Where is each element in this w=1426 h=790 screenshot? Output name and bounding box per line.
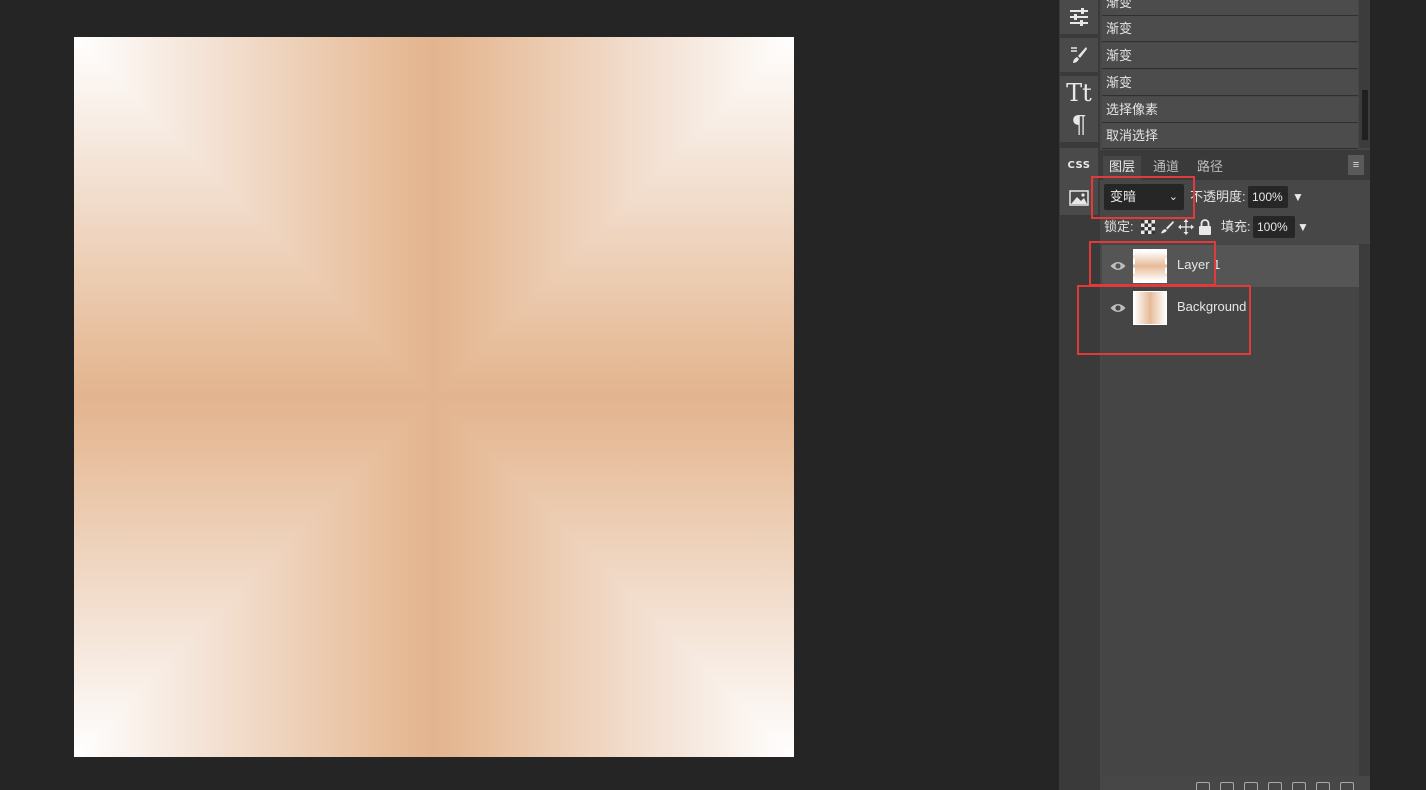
css-icon[interactable]: CSS — [1060, 148, 1098, 182]
chevron-down-icon: ⌄ — [1168, 191, 1178, 203]
fill-dropdown-arrow[interactable]: ▼ — [1297, 220, 1309, 234]
history-scrollbar[interactable] — [1359, 0, 1370, 148]
history-item[interactable]: 渐变 — [1102, 0, 1358, 16]
new-group-icon[interactable] — [1292, 782, 1306, 790]
character-icon[interactable]: Tt — [1060, 76, 1098, 110]
lock-transparent-pixels-icon[interactable] — [1140, 219, 1156, 235]
delete-layer-icon[interactable] — [1340, 782, 1354, 790]
fill-label: 填充: — [1221, 219, 1251, 234]
history-item[interactable]: 选择像素 — [1102, 97, 1358, 123]
history-item[interactable]: 渐变 — [1102, 70, 1358, 96]
blend-mode-value: 变暗 — [1110, 189, 1137, 204]
layers-panel-tabs: 图层 通道 路径 — [1100, 150, 1370, 180]
lock-label: 锁定: — [1104, 219, 1134, 234]
new-layer-icon[interactable] — [1316, 782, 1330, 790]
eye-icon[interactable] — [1110, 260, 1126, 272]
adjustments-icon[interactable] — [1060, 0, 1098, 34]
link-layers-icon[interactable] — [1196, 782, 1210, 790]
blend-mode-select[interactable]: 变暗 ⌄ — [1104, 184, 1184, 210]
layer-row-background[interactable]: Background — [1102, 287, 1359, 329]
layer-mask-icon[interactable] — [1244, 782, 1258, 790]
adjustment-layer-icon[interactable] — [1268, 782, 1282, 790]
layer-1-pixels — [74, 37, 794, 757]
tab-layers[interactable]: 图层 — [1103, 156, 1142, 180]
layers-scrollbar[interactable] — [1359, 244, 1370, 776]
background-thumbnail — [1133, 291, 1167, 325]
brush-settings-icon[interactable] — [1060, 38, 1098, 72]
opacity-dropdown-arrow[interactable]: ▼ — [1292, 190, 1304, 204]
lock-all-icon[interactable] — [1197, 219, 1213, 235]
document-workspace — [0, 0, 1059, 790]
fill-input[interactable]: 100% — [1253, 216, 1295, 238]
history-item[interactable]: 取消选择 — [1102, 123, 1358, 149]
tab-channels[interactable]: 通道 — [1147, 156, 1185, 180]
layers-bottom-toolbar — [1196, 782, 1366, 790]
eye-icon[interactable] — [1110, 302, 1126, 314]
opacity-input[interactable]: 100% — [1248, 186, 1288, 208]
layer-style-icon[interactable] — [1220, 782, 1234, 790]
history-scroll-thumb[interactable] — [1362, 90, 1368, 140]
tab-paths[interactable]: 路径 — [1191, 156, 1229, 180]
document-canvas[interactable] — [74, 37, 794, 757]
layer-name[interactable]: Layer 1 — [1177, 257, 1220, 272]
layer-row-layer-1[interactable]: Layer 1 — [1102, 245, 1359, 287]
image-icon[interactable] — [1060, 181, 1098, 215]
lock-position-icon[interactable] — [1178, 219, 1194, 235]
layer-name[interactable]: Background — [1177, 299, 1246, 314]
paragraph-icon[interactable]: ¶ — [1060, 108, 1098, 142]
history-item[interactable]: 渐变 — [1102, 16, 1358, 42]
layer-1-thumbnail — [1133, 249, 1167, 283]
opacity-label: 不透明度: — [1190, 189, 1246, 204]
history-item[interactable]: 渐变 — [1102, 43, 1358, 69]
panel-menu-button[interactable]: ≡ — [1348, 155, 1364, 175]
character-glyph: Tt — [1066, 79, 1092, 107]
lock-image-pixels-icon[interactable] — [1159, 219, 1175, 235]
paragraph-glyph: ¶ — [1071, 111, 1087, 139]
css-glyph: CSS — [1067, 159, 1091, 171]
panel-toolstrip: Tt ¶ CSS — [1059, 0, 1100, 790]
